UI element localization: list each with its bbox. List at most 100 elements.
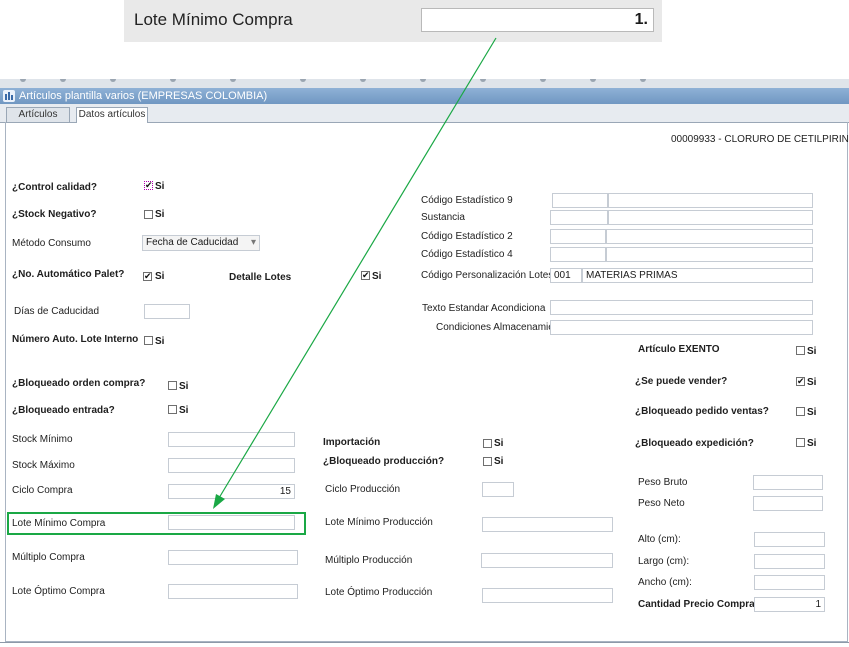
ciclo-compra-label: Ciclo Compra	[12, 485, 73, 496]
no-automatico-palet-si: Si	[155, 271, 165, 282]
peso-bruto-input[interactable]	[753, 475, 823, 490]
lote-minimo-produccion-input[interactable]	[482, 517, 613, 532]
texto-estandar-label: Texto Estandar Acondiciona	[422, 303, 546, 314]
multiplo-produccion-input[interactable]	[481, 553, 613, 568]
articulo-exento-label: Artículo EXENTO	[638, 344, 720, 355]
numero-auto-lote-label: Número Auto. Lote Interno	[12, 334, 139, 345]
dias-caducidad-input[interactable]	[144, 304, 190, 319]
multiplo-produccion-label: Múltiplo Producción	[325, 555, 413, 566]
metodo-consumo-label: Método Consumo	[12, 238, 91, 249]
lote-optimo-produccion-label: Lote Óptimo Producción	[325, 587, 433, 598]
sustancia-code-input[interactable]	[550, 210, 608, 225]
numero-auto-lote-si: Si	[155, 336, 165, 347]
app-icon	[3, 90, 15, 102]
peso-neto-input[interactable]	[753, 496, 823, 511]
metodo-consumo-value: Fecha de Caducidad	[146, 237, 239, 248]
condiciones-almacenamiento-input[interactable]	[550, 320, 813, 335]
condiciones-almacenamiento-label: Condiciones Almacenamiento	[436, 322, 550, 333]
se-puede-vender-si: Si	[807, 377, 817, 388]
bloqueado-entrada-checkbox[interactable]	[168, 405, 177, 414]
tab-articulos[interactable]: Artículos	[6, 107, 70, 122]
texto-estandar-input[interactable]	[550, 300, 813, 315]
dropdown-arrow-icon: ▾	[250, 237, 256, 248]
cantidad-precio-compra-label: Cantidad Precio Compra	[638, 599, 755, 610]
bloqueado-produccion-checkbox[interactable]	[483, 457, 492, 466]
lote-minimo-compra-label: Lote Mínimo Compra	[12, 518, 106, 529]
article-header: 00009933 - CLORURO DE CETILPIRINIO	[671, 134, 849, 145]
codigo-est-9-code-input[interactable]	[552, 193, 608, 208]
bloqueado-expedicion-checkbox[interactable]	[796, 438, 805, 447]
dias-caducidad-label: Días de Caducidad	[14, 306, 100, 317]
personalizacion-code-input[interactable]: 001	[550, 268, 582, 283]
bloqueado-pedido-ventas-label: ¿Bloqueado pedido ventas?	[635, 406, 769, 417]
control-calidad-label: ¿Control calidad?	[12, 182, 97, 193]
stock-minimo-input[interactable]	[168, 432, 295, 447]
zoom-label: Lote Mínimo Compra	[134, 10, 293, 29]
no-automatico-palet-checkbox[interactable]	[143, 270, 152, 282]
bloqueado-orden-compra-si: Si	[179, 381, 189, 392]
codigo-est-9-label: Código Estadístico 9	[421, 195, 513, 206]
codigo-est-2-code-input[interactable]	[550, 229, 606, 244]
bloqueado-pedido-ventas-si: Si	[807, 407, 817, 418]
bloqueado-orden-compra-checkbox[interactable]	[168, 381, 177, 390]
multiplo-compra-input[interactable]	[168, 550, 298, 565]
codigo-est-9-desc-input[interactable]	[608, 193, 813, 208]
stock-maximo-input[interactable]	[168, 458, 295, 473]
bottom-border	[0, 642, 849, 643]
personalizacion-desc-input[interactable]: MATERIAS PRIMAS	[582, 268, 813, 283]
codigo-est-4-code-input[interactable]	[550, 247, 606, 262]
tab-bar: Artículos Datos artículos	[0, 104, 849, 123]
stock-negativo-checkbox[interactable]	[144, 210, 153, 219]
se-puede-vender-checkbox[interactable]	[796, 375, 805, 387]
codigo-est-4-label: Código Estadístico 4	[421, 249, 513, 260]
tab-datos-articulos[interactable]: Datos artículos	[76, 107, 148, 123]
codigo-personalizacion-label: Código Personalización Lotes	[421, 270, 554, 281]
lote-minimo-compra-input[interactable]	[168, 515, 295, 530]
largo-input[interactable]	[754, 554, 825, 569]
bloqueado-entrada-label: ¿Bloqueado entrada?	[12, 405, 115, 416]
lote-optimo-compra-label: Lote Óptimo Compra	[12, 586, 105, 597]
largo-label: Largo (cm):	[638, 556, 690, 567]
detalle-lotes-checkbox[interactable]	[361, 269, 370, 281]
stock-negativo-label: ¿Stock Negativo?	[12, 209, 97, 220]
no-automatico-palet-label: ¿No. Automático Palet?	[12, 269, 125, 280]
ciclo-produccion-input[interactable]	[482, 482, 514, 497]
control-calidad-checkbox[interactable]	[144, 179, 153, 191]
detalle-lotes-label: Detalle Lotes	[229, 272, 292, 283]
importacion-si: Si	[494, 438, 504, 449]
peso-bruto-label: Peso Bruto	[638, 477, 688, 488]
ciclo-compra-input[interactable]: 15	[168, 484, 295, 499]
cantidad-precio-compra-input[interactable]: 1	[754, 597, 825, 612]
codigo-est-4-desc-input[interactable]	[606, 247, 813, 262]
bloqueado-produccion-si: Si	[494, 456, 504, 467]
articulo-exento-si: Si	[807, 346, 817, 357]
stock-maximo-label: Stock Máximo	[12, 460, 75, 471]
bloqueado-entrada-si: Si	[179, 405, 189, 416]
lote-minimo-produccion-label: Lote Mínimo Producción	[325, 517, 433, 528]
zoom-lote-minimo-field: 1.	[421, 8, 654, 32]
sustancia-label: Sustancia	[421, 212, 465, 223]
codigo-est-2-desc-input[interactable]	[606, 229, 813, 244]
metodo-consumo-select[interactable]: Fecha de Caducidad ▾	[142, 235, 260, 251]
se-puede-vender-label: ¿Se puede vender?	[635, 376, 728, 387]
window-title-bar: Artículos plantilla varios (EMPRESAS COL…	[0, 88, 849, 104]
alto-input[interactable]	[754, 532, 825, 547]
multiplo-compra-label: Múltiplo Compra	[12, 552, 85, 563]
toolbar-strip	[0, 79, 849, 88]
control-calidad-si: Si	[155, 181, 165, 192]
importacion-checkbox[interactable]	[483, 439, 492, 448]
zoom-callout: Lote Mínimo Compra 1.	[124, 0, 662, 42]
lote-optimo-compra-input[interactable]	[168, 584, 298, 599]
articulo-exento-checkbox[interactable]	[796, 346, 805, 355]
bloqueado-pedido-ventas-checkbox[interactable]	[796, 407, 805, 416]
lote-optimo-produccion-input[interactable]	[482, 588, 613, 603]
sustancia-desc-input[interactable]	[608, 210, 813, 225]
ciclo-produccion-label: Ciclo Producción	[325, 484, 401, 495]
ancho-input[interactable]	[754, 575, 825, 590]
bloqueado-produccion-label: ¿Bloqueado producción?	[323, 456, 445, 467]
numero-auto-lote-checkbox[interactable]	[144, 336, 153, 345]
peso-neto-label: Peso Neto	[638, 498, 685, 509]
stock-negativo-si: Si	[155, 209, 165, 220]
codigo-est-2-label: Código Estadístico 2	[421, 231, 513, 242]
bloqueado-expedicion-si: Si	[807, 438, 817, 449]
